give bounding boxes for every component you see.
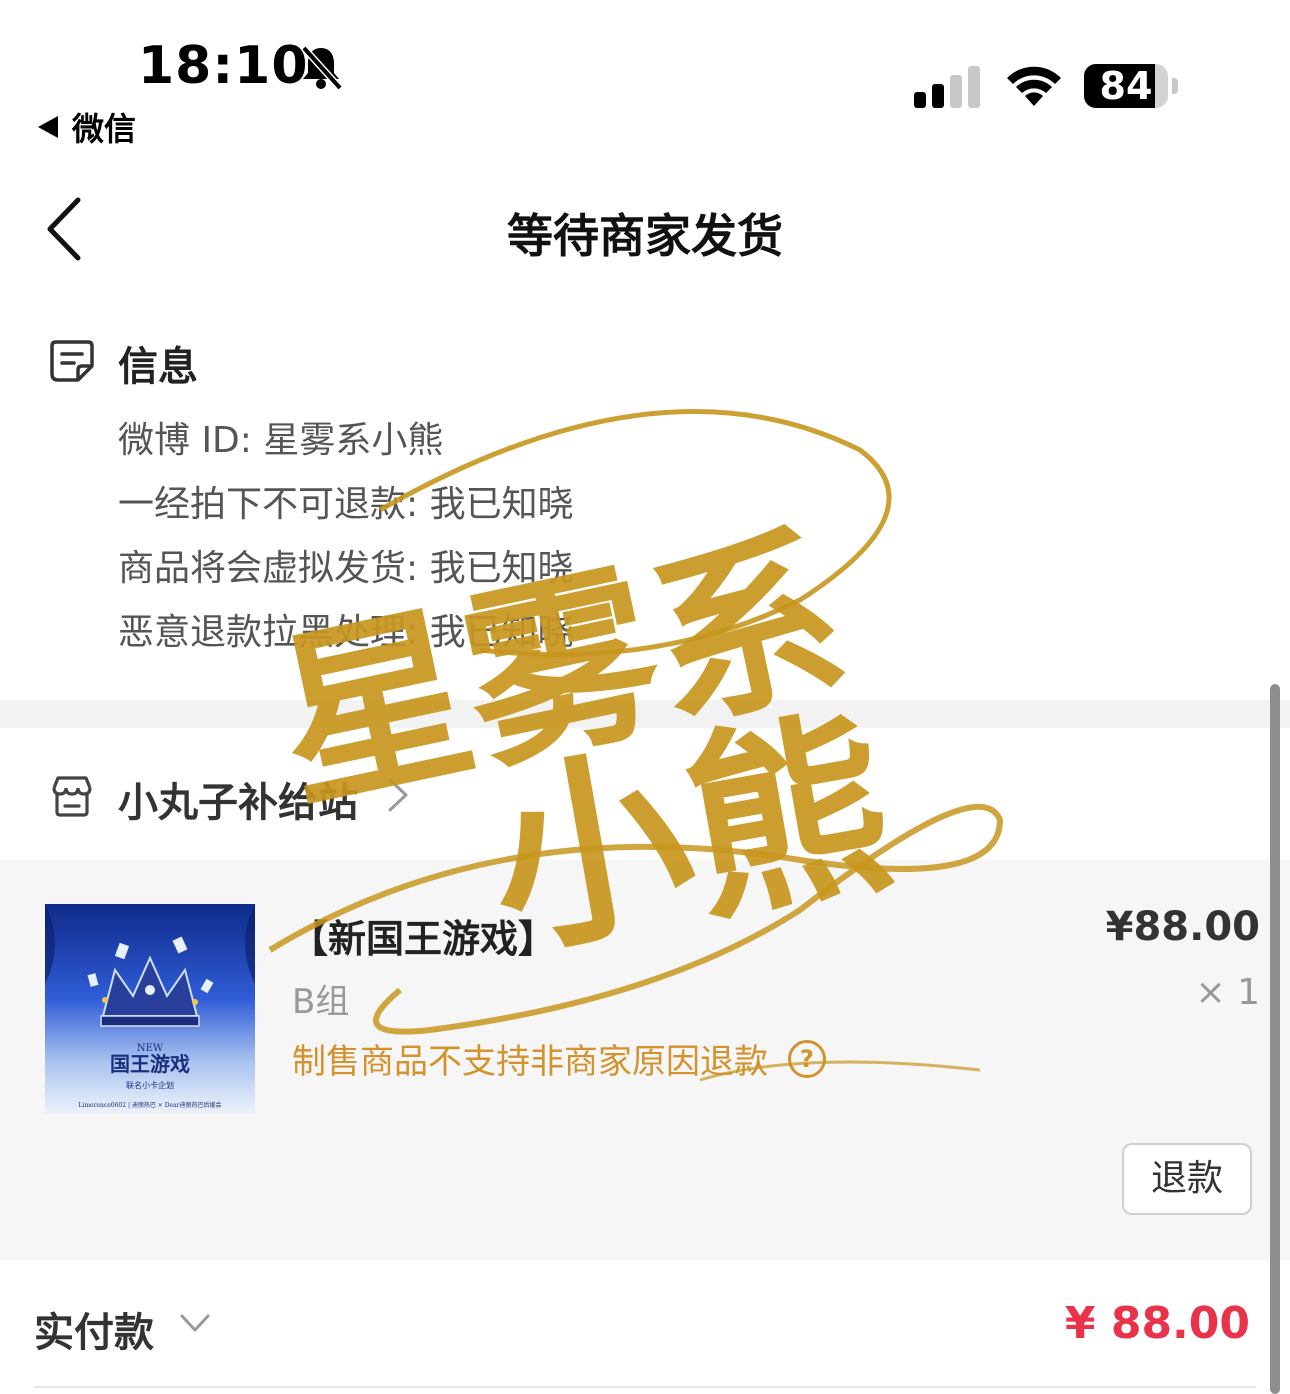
total-paid-label[interactable]: 实付款 (34, 1300, 154, 1358)
scrollbar[interactable] (1270, 684, 1280, 1394)
page-title: 等待商家发货 (507, 209, 783, 263)
refund-policy-text: 制售商品不支持非商家原因退款 (292, 1042, 768, 1082)
product-quantity: × 1 (1195, 972, 1260, 1013)
product-thumbnail[interactable]: NEW 国王游戏 联名小卡企划 Limerence0602 | 迪丽热巴 × D… (45, 904, 255, 1114)
chevron-right-icon[interactable] (384, 776, 412, 814)
help-question-icon[interactable]: ? (788, 1039, 826, 1078)
status-time: 18:10 (138, 36, 309, 96)
product-variant: B组 (292, 982, 350, 1022)
total-paid-amount: ¥ 88.00 (1064, 1298, 1250, 1349)
info-line: 一经拍下不可退款: 我已知晓 (118, 484, 574, 525)
product-title[interactable]: 【新国王游戏】 (290, 908, 556, 963)
thumb-title: 国王游戏 (110, 1052, 190, 1076)
info-title: 信息 (118, 344, 198, 390)
back-app-label: 微信 (72, 110, 137, 148)
battery-level: 84 (1099, 64, 1153, 108)
back-triangle-icon (38, 116, 58, 138)
product-image: NEW 国王游戏 联名小卡企划 Limerence0602 | 迪丽热巴 × D… (45, 904, 255, 1114)
back-to-app[interactable]: 微信 (38, 104, 136, 150)
thumb-subtitle: 联名小卡企划 (126, 1080, 174, 1090)
signal-icon (914, 66, 980, 108)
info-line: 微博 ID: 星雾系小熊 (118, 420, 444, 461)
info-lines: 微博 ID: 星雾系小熊 一经拍下不可退款: 我已知晓 商品将会虚拟发货: 我已… (118, 416, 574, 672)
refund-policy-note: 制售商品不支持非商家原因退款 ? (292, 1034, 826, 1083)
battery-indicator: 84 (1084, 64, 1180, 110)
wifi-icon (1007, 66, 1061, 106)
product-price: ¥88.00 (1105, 904, 1260, 950)
note-icon (50, 340, 94, 382)
info-line: 恶意退款拉黑处理: 我已知晓 (118, 612, 574, 653)
thumb-footer: Limerence0602 | 迪丽热巴 × Dear迪丽热巴后援会 (78, 1101, 221, 1109)
order-item: NEW 国王游戏 联名小卡企划 Limerence0602 | 迪丽热巴 × D… (0, 860, 1290, 1260)
refund-button[interactable]: 退款 (1122, 1143, 1252, 1215)
section-divider (0, 700, 1290, 728)
info-line: 商品将会虚拟发货: 我已知晓 (118, 548, 574, 589)
divider (34, 1386, 1256, 1388)
chevron-down-icon[interactable] (178, 1310, 212, 1336)
store-icon (52, 776, 92, 817)
muted-bell-icon (301, 45, 343, 91)
shop-name[interactable]: 小丸子补给站 (118, 770, 358, 828)
